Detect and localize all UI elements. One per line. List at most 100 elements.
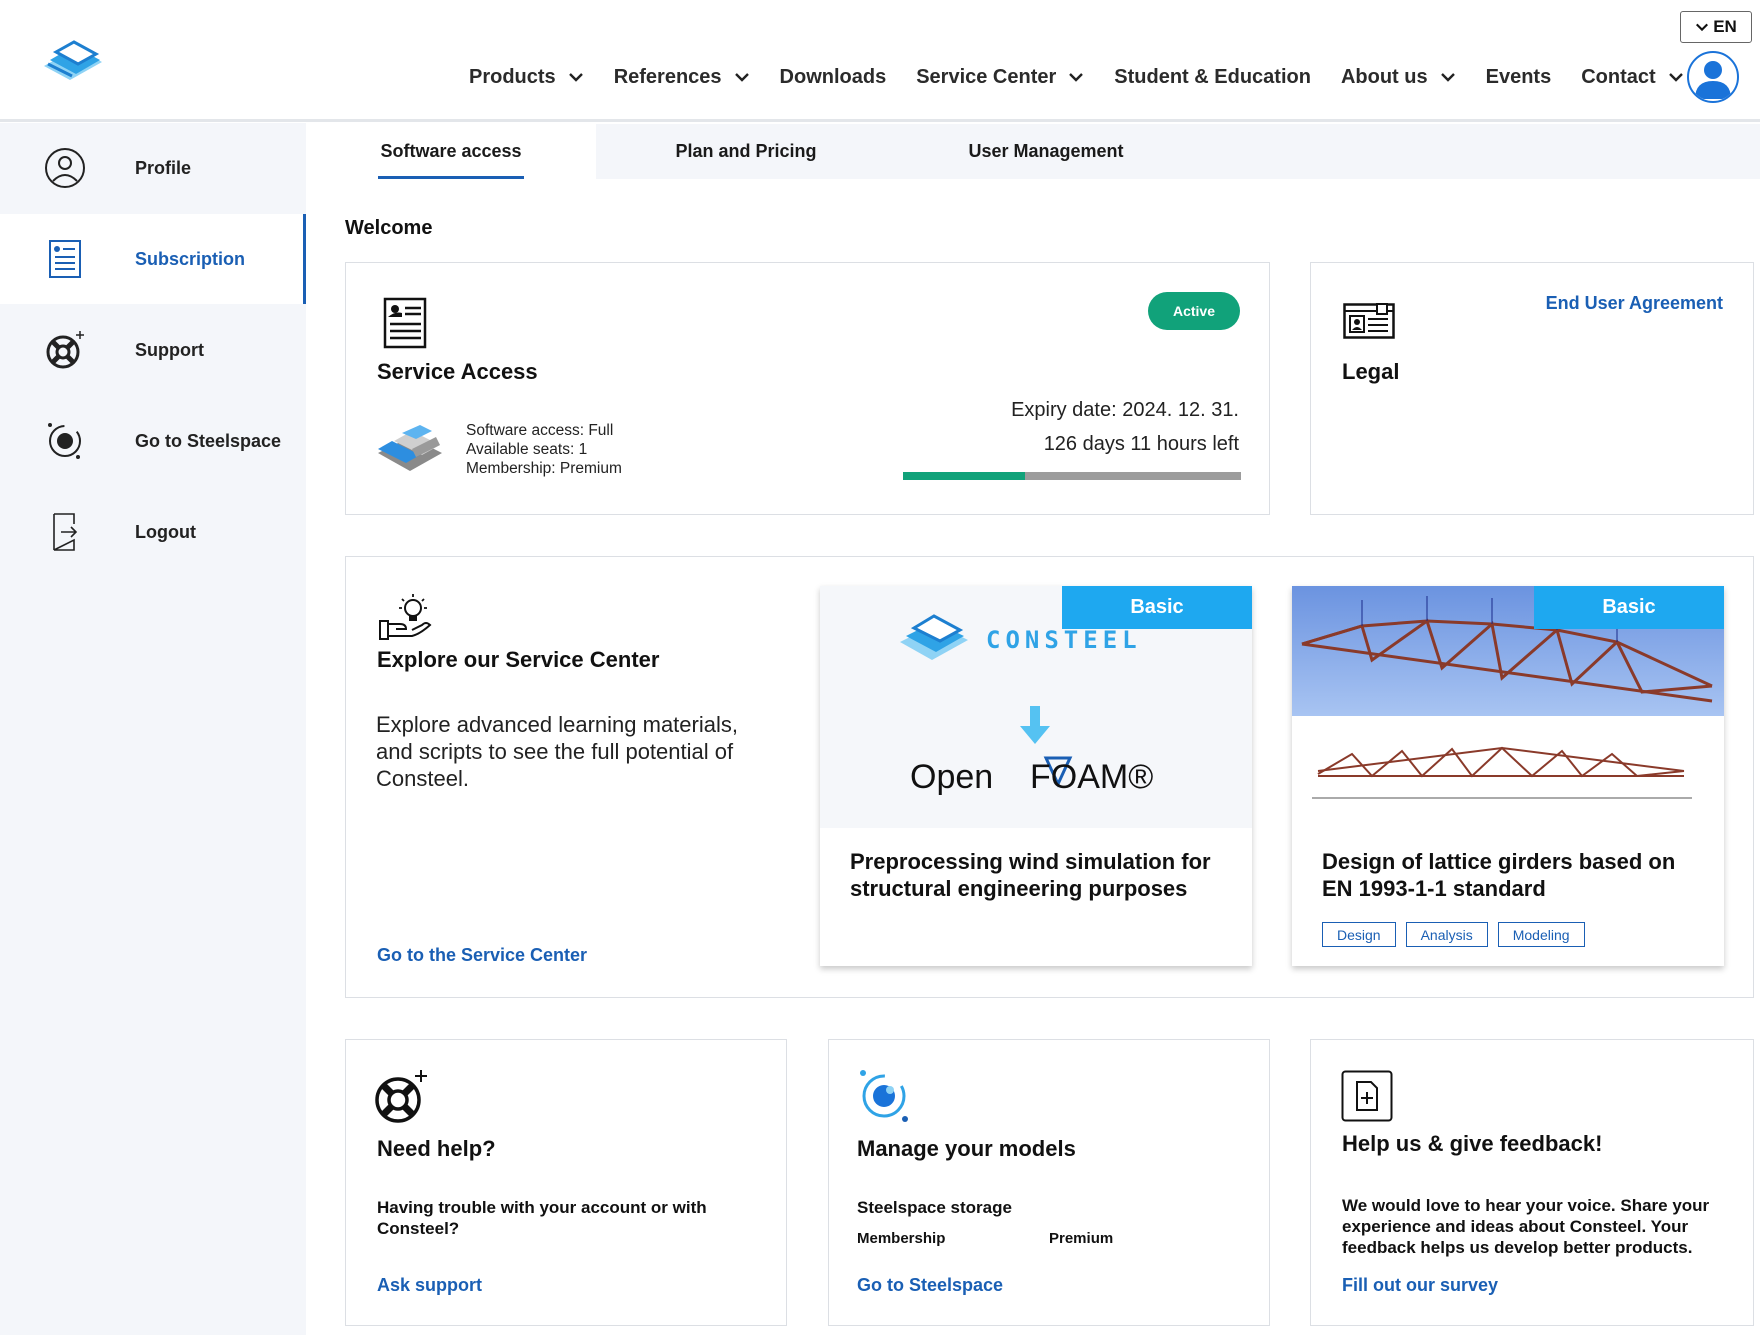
- software-access-text: Software access: Full: [466, 422, 614, 439]
- nav-references[interactable]: References: [614, 66, 750, 89]
- tier-badge: Basic: [1534, 586, 1724, 629]
- seats-text: Available seats: 1: [466, 441, 588, 458]
- active-tab-indicator: [378, 176, 524, 179]
- nav-label: Events: [1485, 65, 1552, 88]
- chevron-down-icon: [568, 73, 583, 82]
- tag-analysis[interactable]: Analysis: [1405, 922, 1488, 947]
- nav-student-education[interactable]: Student & Education: [1114, 66, 1311, 89]
- document-plus-icon: [1341, 1070, 1393, 1122]
- consteel-logo-icon[interactable]: [40, 36, 106, 84]
- tier-badge: Basic: [1062, 586, 1252, 629]
- manage-models-title: Manage your models: [857, 1136, 1076, 1161]
- chevron-down-icon: [1440, 73, 1455, 82]
- need-help-description: Having trouble with your account or with…: [377, 1198, 707, 1238]
- nav-label: References: [613, 65, 722, 88]
- fill-out-survey-link[interactable]: Fill out our survey: [1342, 1275, 1498, 1296]
- id-card-icon: [1343, 303, 1395, 339]
- expiry-date: Expiry date: 2024. 12. 31.: [1011, 399, 1239, 421]
- course-title: Design of lattice girders based on EN 19…: [1322, 849, 1676, 901]
- time-left: 126 days 11 hours left: [1043, 433, 1239, 455]
- chevron-down-icon: [1069, 73, 1084, 82]
- explore-service-center-card: Explore our Service Center Explore advan…: [345, 556, 1754, 998]
- ask-support-link[interactable]: Ask support: [377, 1275, 482, 1296]
- orbit-icon: [48, 423, 81, 459]
- openfoam-wordmark-foam: FOAM®: [1030, 758, 1154, 796]
- sidebar-item-subscription[interactable]: Subscription: [0, 214, 306, 304]
- nav-label: Student & Education: [1114, 65, 1311, 88]
- status-badge: Active: [1148, 292, 1240, 330]
- legal-card: Legal End User Agreement: [1310, 262, 1754, 515]
- tab-label: User Management: [968, 141, 1124, 161]
- main-nav: Products References Downloads Service Ce…: [469, 62, 1714, 92]
- chevron-down-icon: [1668, 73, 1683, 82]
- nav-service-center[interactable]: Service Center: [916, 66, 1084, 89]
- tag-list: Design Analysis Modeling: [1322, 922, 1585, 947]
- orbit-icon: [860, 1070, 908, 1122]
- sidebar-item-label: Profile: [135, 157, 192, 178]
- course-card-wind-simulation[interactable]: CONSTEEL Open FOAM® Basic Preprocessing …: [820, 586, 1252, 966]
- sidebar-item-profile[interactable]: Profile: [0, 123, 306, 213]
- user-circle-icon: [45, 148, 85, 188]
- service-access-title: Service Access: [377, 359, 538, 384]
- nav-label: Contact: [1581, 65, 1656, 88]
- lifebuoy-icon: [375, 1070, 427, 1123]
- need-help-card: Need help? Having trouble with your acco…: [345, 1039, 787, 1326]
- document-list-icon: [383, 297, 427, 349]
- explore-description: Explore advanced learning materials, and…: [376, 712, 738, 791]
- manage-models-card: Manage your models Steelspace storage Me…: [828, 1039, 1270, 1326]
- explore-title: Explore our Service Center: [377, 647, 660, 672]
- lifebuoy-icon: [46, 331, 84, 369]
- page-title: Welcome: [345, 217, 433, 239]
- consteel-wordmark: CONSTEEL: [986, 626, 1142, 654]
- language-label: EN: [1713, 17, 1737, 36]
- nav-events[interactable]: Events: [1486, 66, 1552, 89]
- consteel-product-icon: [378, 425, 442, 471]
- need-help-title: Need help?: [377, 1136, 496, 1161]
- course-title: Preprocessing wind simulation for struct…: [850, 849, 1211, 901]
- nav-downloads[interactable]: Downloads: [780, 66, 887, 89]
- tab-label: Software access: [380, 141, 522, 161]
- course-card-lattice-girders[interactable]: Basic Design of lattice girders based on…: [1292, 586, 1724, 966]
- membership-text: Membership: Premium: [466, 460, 622, 477]
- top-header: Products References Downloads Service Ce…: [0, 0, 1760, 122]
- feedback-card: Help us & give feedback! We would love t…: [1310, 1039, 1754, 1326]
- go-to-steelspace-link[interactable]: Go to Steelspace: [857, 1275, 1003, 1296]
- nav-label: Downloads: [779, 65, 887, 88]
- hand-lightbulb-icon: [379, 594, 432, 640]
- nav-label: Products: [469, 65, 556, 88]
- nav-label: About us: [1340, 65, 1428, 88]
- sidebar-item-label: Logout: [135, 521, 196, 542]
- user-avatar[interactable]: [1687, 51, 1739, 103]
- nav-about-us[interactable]: About us: [1341, 66, 1456, 89]
- end-user-agreement-link[interactable]: End User Agreement: [1546, 293, 1723, 314]
- sidebar: Profile Subscription Support Go to Steel…: [0, 123, 306, 1335]
- document-list-icon: [49, 240, 81, 278]
- sidebar-item-label: Subscription: [135, 248, 246, 269]
- storage-label: Steelspace storage: [857, 1198, 1012, 1217]
- progress-fill: [903, 472, 1025, 480]
- go-to-service-center-link[interactable]: Go to the Service Center: [377, 945, 587, 966]
- tab-bar: Software access Plan and Pricing User Ma…: [306, 124, 1760, 179]
- tab-software-access[interactable]: Software access: [306, 124, 596, 179]
- sidebar-item-label: Go to Steelspace: [135, 430, 282, 451]
- expiry-progress-bar: [903, 472, 1241, 480]
- language-selector[interactable]: EN: [1680, 11, 1752, 43]
- tab-user-management[interactable]: User Management: [896, 124, 1196, 179]
- chevron-down-icon: [1696, 23, 1709, 32]
- nav-products[interactable]: Products: [469, 66, 584, 89]
- sidebar-item-support[interactable]: Support: [0, 305, 306, 395]
- tab-plan-pricing[interactable]: Plan and Pricing: [596, 124, 896, 179]
- membership-value: Premium: [1049, 1230, 1114, 1247]
- openfoam-wordmark-open: Open: [910, 758, 994, 796]
- nav-contact[interactable]: Contact: [1581, 66, 1683, 89]
- tab-label: Plan and Pricing: [675, 141, 817, 161]
- logout-icon: [53, 513, 78, 551]
- tag-design[interactable]: Design: [1322, 922, 1396, 947]
- access-details: Software access: Full Available seats: 1…: [466, 421, 622, 478]
- legal-title: Legal: [1342, 359, 1400, 384]
- sidebar-item-steelspace[interactable]: Go to Steelspace: [0, 396, 306, 486]
- nav-label: Service Center: [916, 65, 1057, 88]
- sidebar-item-logout[interactable]: Logout: [0, 487, 306, 577]
- feedback-title: Help us & give feedback!: [1342, 1131, 1603, 1156]
- tag-modeling[interactable]: Modeling: [1497, 922, 1585, 947]
